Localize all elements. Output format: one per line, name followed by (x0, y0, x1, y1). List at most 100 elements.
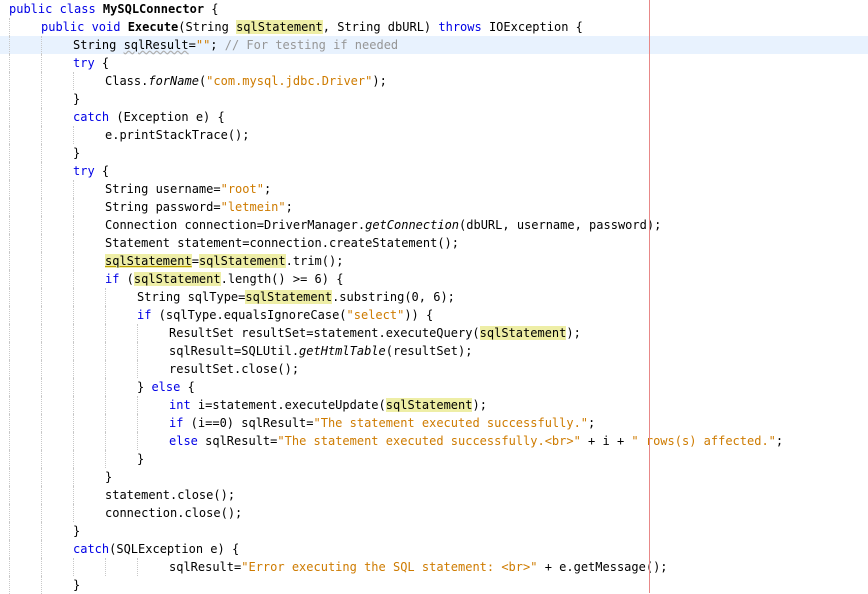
code-line[interactable]: } (0, 144, 868, 162)
indent-guide (137, 414, 138, 432)
code-line[interactable]: if (i==0) sqlResult="The statement execu… (0, 414, 868, 432)
code-token: sqlStatement (105, 254, 192, 268)
indent-guide (41, 72, 42, 90)
code-token: IOException { (481, 20, 583, 34)
indent-guide (73, 504, 74, 522)
code-token: sqlStatement (385, 398, 473, 412)
code-editor[interactable]: public class MySQLConnector {public void… (0, 0, 868, 594)
code-text: catch(SQLException e) { (73, 540, 239, 558)
code-line[interactable]: connection.close(); (0, 504, 868, 522)
code-line[interactable]: ResultSet resultSet=statement.executeQue… (0, 324, 868, 342)
code-line[interactable]: e.printStackTrace(); (0, 126, 868, 144)
code-line[interactable]: resultSet.close(); (0, 360, 868, 378)
code-line[interactable]: public void Execute(String sqlStatement,… (0, 18, 868, 36)
code-token: (Exception e) { (109, 110, 225, 124)
code-token: sqlResult (123, 38, 189, 52)
code-line[interactable]: } (0, 450, 868, 468)
code-line[interactable]: String sqlType=sqlStatement.substring(0,… (0, 288, 868, 306)
code-token: String (73, 38, 124, 52)
code-token: int (169, 398, 191, 412)
indent-guide (9, 162, 10, 180)
code-token: "select" (346, 308, 405, 322)
indent-guide (41, 540, 42, 558)
code-token: (String (178, 20, 237, 34)
code-line[interactable]: catch(SQLException e) { (0, 540, 868, 558)
indent-guide (9, 504, 10, 522)
code-token: throws (438, 20, 482, 34)
code-line[interactable]: try { (0, 54, 868, 72)
code-line[interactable]: sqlStatement=sqlStatement.trim(); (0, 252, 868, 270)
indent-guide (9, 486, 10, 504)
code-line[interactable]: } (0, 468, 868, 486)
code-token: (sqlType.equalsIgnoreCase( (151, 308, 347, 322)
code-line[interactable]: sqlResult=SQLUtil.getHtmlTable(resultSet… (0, 342, 868, 360)
indent-guide (9, 126, 10, 144)
indent-guide (41, 342, 42, 360)
indent-guide (9, 108, 10, 126)
code-token: try (73, 164, 95, 178)
code-line[interactable]: Connection connection=DriverManager.getC… (0, 216, 868, 234)
indent-guide (9, 270, 10, 288)
indent-guide (41, 558, 42, 576)
indent-guide (73, 468, 74, 486)
code-line[interactable]: int i=statement.executeUpdate(sqlStateme… (0, 396, 868, 414)
indent-guide (9, 306, 10, 324)
indent-guide (41, 36, 42, 54)
code-line[interactable]: try { (0, 162, 868, 180)
code-text: } (73, 576, 80, 594)
code-line[interactable]: if (sqlStatement.length() >= 6) { (0, 270, 868, 288)
code-line[interactable]: } else { (0, 378, 868, 396)
code-line[interactable]: if (sqlType.equalsIgnoreCase("select")) … (0, 306, 868, 324)
code-line[interactable]: Class.forName("com.mysql.jdbc.Driver"); (0, 72, 868, 90)
code-token: getHtmlTable (299, 344, 386, 358)
indent-guide (73, 234, 74, 252)
code-token: connection.close(); (105, 506, 243, 520)
indent-guide (41, 234, 42, 252)
code-token: try (73, 56, 95, 70)
code-token: , String dbURL) (322, 20, 439, 34)
code-text: String username="root"; (105, 180, 271, 198)
code-line[interactable]: } (0, 90, 868, 108)
indent-guide (41, 198, 42, 216)
code-line[interactable]: else sqlResult="The statement executed s… (0, 432, 868, 450)
code-token: ; (588, 416, 596, 430)
code-line[interactable]: sqlResult="Error executing the SQL state… (0, 558, 868, 576)
indent-guide (73, 342, 74, 360)
code-text: String sqlResult=""; // For testing if n… (73, 36, 398, 54)
code-line[interactable]: catch (Exception e) { (0, 108, 868, 126)
indent-guide (105, 396, 106, 414)
indent-guide (9, 198, 10, 216)
code-token: Execute (127, 20, 179, 34)
code-text: String password="letmein"; (105, 198, 293, 216)
code-token: MySQLConnector (102, 2, 205, 16)
code-token: ; (263, 182, 272, 196)
code-line[interactable]: public class MySQLConnector { (0, 0, 868, 18)
code-line[interactable]: String username="root"; (0, 180, 868, 198)
code-line[interactable]: } (0, 576, 868, 594)
code-line[interactable]: String sqlResult=""; // For testing if n… (0, 36, 868, 54)
code-token: (SQLException e) { (109, 542, 240, 556)
code-text: Class.forName("com.mysql.jdbc.Driver"); (105, 72, 387, 90)
code-token: = (188, 38, 196, 52)
code-line[interactable]: statement.close(); (0, 486, 868, 504)
indent-guide (9, 360, 10, 378)
code-token: getConnection (365, 218, 460, 232)
code-text: ResultSet resultSet=statement.executeQue… (169, 324, 581, 342)
code-token: catch (73, 542, 110, 556)
code-text: try { (73, 162, 109, 180)
indent-guide (9, 576, 10, 594)
code-token: )) { (404, 308, 434, 322)
indent-guide (41, 378, 42, 396)
code-line[interactable]: } (0, 522, 868, 540)
code-token: { (94, 164, 110, 178)
indent-guide (73, 72, 74, 90)
code-token: if (105, 272, 120, 286)
code-line[interactable]: Statement statement=connection.createSta… (0, 234, 868, 252)
code-token: (i==0) sqlResult= (183, 416, 314, 430)
code-token: catch (73, 110, 110, 124)
code-text: String sqlType=sqlStatement.substring(0,… (137, 288, 455, 306)
indent-guide (9, 90, 10, 108)
code-line[interactable]: String password="letmein"; (0, 198, 868, 216)
indent-guide (105, 324, 106, 342)
code-token: sqlStatement (236, 20, 323, 34)
